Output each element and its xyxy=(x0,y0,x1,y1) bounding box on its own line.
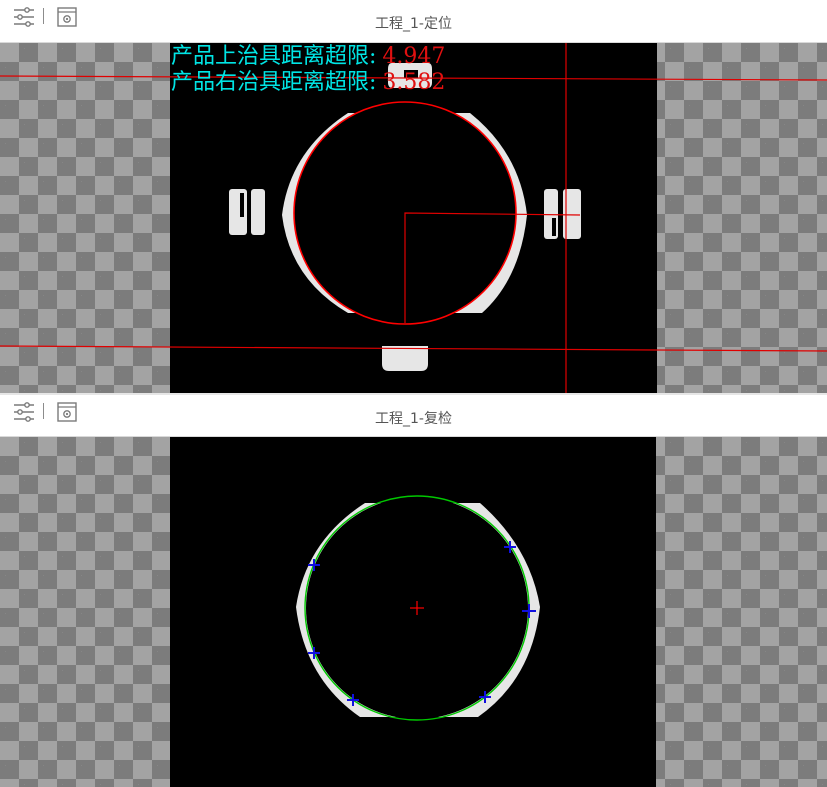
pane-title: 工程_1-定位 xyxy=(375,16,452,32)
overlay-label: 产品右治具距离超限: xyxy=(171,70,377,95)
top-view-titlebar: 工程_1-定位 xyxy=(0,0,827,43)
overlay-row-right: 产品右治具距离超限: 3.582 xyxy=(171,71,445,95)
pane-title: 工程_1-复检 xyxy=(375,411,452,427)
overlay-row-top: 产品上治具距离超限: 4.947 xyxy=(171,45,445,69)
overlay-value: 4.947 xyxy=(382,44,446,69)
bottom-view-pane: 工程_1-复检 xyxy=(0,395,827,787)
top-view-pane: 工程_1-定位 产品上治具距离超限: 4.947 产品右治具距离超限: 3.58… xyxy=(0,0,827,393)
bottom-tab xyxy=(382,346,428,371)
overlay-value: 3.582 xyxy=(382,70,446,95)
image-canvas[interactable] xyxy=(0,437,827,787)
bottom-view-titlebar: 工程_1-复检 xyxy=(0,395,827,437)
locate-image xyxy=(0,43,827,393)
recheck-image xyxy=(170,437,656,787)
image-canvas[interactable]: 产品上治具距离超限: 4.947 产品右治具距离超限: 3.582 xyxy=(0,43,827,393)
left-clamp xyxy=(229,189,247,235)
overlay-label: 产品上治具距离超限: xyxy=(171,44,377,69)
